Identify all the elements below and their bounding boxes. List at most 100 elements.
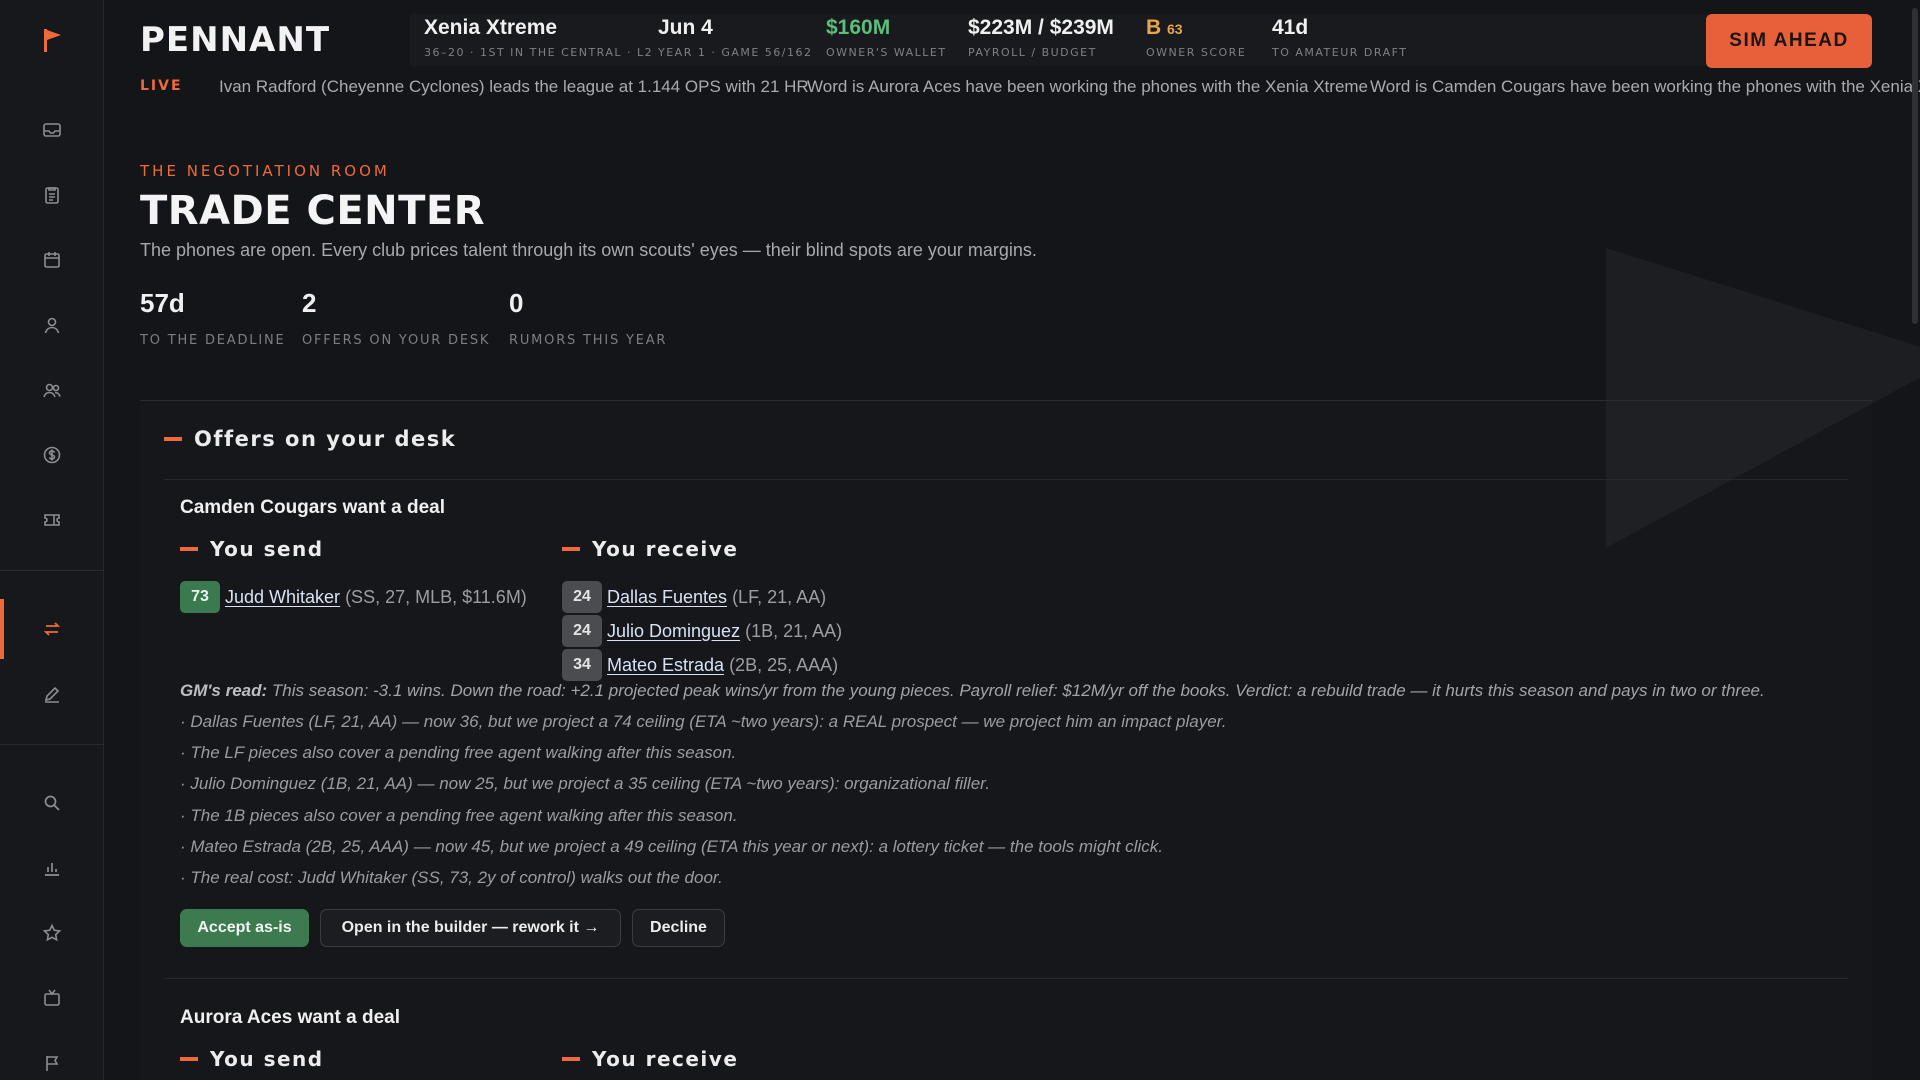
you-send-label: You send <box>210 1047 324 1071</box>
nav-finances[interactable] <box>0 425 104 485</box>
season-progress: YEAR 1 · GAME 56/162 <box>658 46 813 59</box>
owner-wallet-value: $160M <box>826 16 891 39</box>
offers-panel-header: Offers on your desk <box>164 427 456 451</box>
offer-title: Camden Cougars want a deal <box>180 497 446 518</box>
you-send-header: You send <box>180 537 324 561</box>
nav-schedule[interactable] <box>0 230 104 290</box>
ticker-item[interactable]: Ivan Radford (Cheyenne Cyclones) leads t… <box>219 77 809 97</box>
receive-player-row: 34 Mateo Estrada (2B, 25, AAA) <box>562 649 838 681</box>
ticker-item[interactable]: Word is Camden Cougars have been working… <box>1370 77 1920 97</box>
nav-staff[interactable] <box>0 360 104 420</box>
owner-grade: B <box>1146 16 1162 39</box>
kpi-label: OFFERS ON YOUR DESK <box>302 333 491 348</box>
player-meta: (2B, 25, AAA) <box>729 654 839 675</box>
accent-dash <box>180 547 198 551</box>
offers-panel-title: Offers on your desk <box>194 427 457 451</box>
gm-note: · Mateo Estrada (2B, 25, AAA) — now 45, … <box>180 837 1163 856</box>
gm-read: GM's read: This season: -3.1 wins. Down … <box>180 681 1765 701</box>
nav-league[interactable] <box>0 1033 104 1080</box>
player-rating-badge: 24 <box>562 581 602 613</box>
sidebar-divider <box>0 570 104 571</box>
kpi-offers: 2 OFFERS ON YOUR DESK <box>302 288 490 348</box>
gm-read-text: This season: -3.1 wins. Down the road: +… <box>267 681 1765 700</box>
sidebar <box>0 0 104 1080</box>
draft-countdown: 41d <box>1272 16 1309 39</box>
person-icon <box>44 317 60 334</box>
open-in-builder-button[interactable]: Open in the builder — rework it → <box>320 909 621 947</box>
player-rating-badge: 24 <box>562 615 602 647</box>
bar-chart-icon <box>45 863 59 876</box>
swap-arrows-icon <box>43 622 61 636</box>
sim-ahead-button[interactable]: SIM AHEAD <box>1706 14 1872 68</box>
stat-draft: 41d TO AMATEUR DRAFT <box>1272 16 1407 59</box>
accept-offer-button[interactable]: Accept as-is <box>180 909 309 947</box>
ticket-icon <box>44 514 60 526</box>
nav-inbox[interactable] <box>0 100 104 160</box>
ticker-item[interactable]: Word is Aurora Aces have been working th… <box>807 77 1368 97</box>
stat-owner-score: B 63 OWNER SCORE <box>1146 16 1246 59</box>
gm-note: · Dallas Fuentes (LF, 21, AA) — now 36, … <box>180 712 1227 731</box>
team-stat-strip: Xenia Xtreme 36–20 · 1ST IN THE CENTRAL … <box>410 14 1790 66</box>
accent-dash <box>164 437 182 441</box>
live-label: LIVE <box>140 78 183 94</box>
accent-dash <box>562 1057 580 1061</box>
pennant-flag-icon[interactable] <box>38 26 66 54</box>
player-link[interactable]: Julio Dominguez <box>607 621 740 642</box>
search-icon <box>44 795 60 811</box>
offers-panel: Offers on your desk Camden Cougars want … <box>140 400 1872 1080</box>
kpi-label: RUMORS THIS YEAR <box>509 333 668 348</box>
offer-card: Camden Cougars want a deal You send You … <box>180 497 1840 997</box>
offer-card: Aurora Aces want a deal You send You rec… <box>180 1007 1840 1080</box>
owner-score-number: 63 <box>1167 21 1183 37</box>
kpi-label: TO THE DEADLINE <box>140 333 286 348</box>
nav-roster[interactable] <box>0 165 104 225</box>
news-ticker: LIVE Ivan Radford (Cheyenne Cyclones) le… <box>104 72 1920 102</box>
offer-divider <box>164 978 1848 979</box>
player-meta: (LF, 21, AA) <box>732 586 827 607</box>
nav-broadcast[interactable] <box>0 968 104 1028</box>
current-date: Jun 4 <box>658 16 713 39</box>
owner-wallet-label: OWNER'S WALLET <box>826 46 947 59</box>
stat-wallet: $160M OWNER'S WALLET <box>826 16 947 59</box>
payroll-value: $223M / $239M <box>968 16 1114 39</box>
you-receive-header: You receive <box>562 1047 738 1071</box>
offer-title: Aurora Aces want a deal <box>180 1007 400 1028</box>
gm-note: · The 1B pieces also cover a pending fre… <box>180 806 738 825</box>
player-rating-badge: 34 <box>562 649 602 681</box>
player-link[interactable]: Judd Whitaker <box>225 587 340 608</box>
gm-note: · The LF pieces also cover a pending fre… <box>180 743 737 762</box>
top-bar: PENNANT Xenia Xtreme 36–20 · 1ST IN THE … <box>104 0 1920 68</box>
send-player-row: 73 Judd Whitaker (SS, 27, MLB, $11.6M) <box>180 581 527 613</box>
clipboard-icon <box>45 187 59 204</box>
kpi-value: 2 <box>302 288 317 318</box>
payroll-label: PAYROLL / BUDGET <box>968 46 1097 59</box>
player-link[interactable]: Mateo Estrada <box>607 655 724 676</box>
page-scrollbar[interactable] <box>1912 8 1918 324</box>
gm-note: · Julio Dominguez (1B, 21, AA) — now 25,… <box>180 774 990 793</box>
page-kicker: THE NEGOTIATION ROOM <box>140 162 390 180</box>
you-receive-label: You receive <box>592 537 739 561</box>
nav-tickets[interactable] <box>0 490 104 550</box>
nav-trade-center[interactable] <box>0 599 104 659</box>
nav-favorites[interactable] <box>0 903 104 963</box>
you-receive-header: You receive <box>562 537 738 561</box>
team-record: 36–20 · 1ST IN THE CENTRAL · L2 <box>424 46 654 59</box>
gm-note: · The real cost: Judd Whitaker (SS, 73, … <box>180 868 723 887</box>
nav-search[interactable] <box>0 773 104 833</box>
stat-date: Jun 4 YEAR 1 · GAME 56/162 <box>658 16 813 59</box>
player-rating-badge: 73 <box>180 581 220 613</box>
player-link[interactable]: Dallas Fuentes <box>607 587 727 608</box>
you-send-label: You send <box>210 537 324 561</box>
nav-player[interactable] <box>0 295 104 355</box>
stat-payroll: $223M / $239M PAYROLL / BUDGET <box>968 16 1114 59</box>
brand-title: PENNANT <box>140 20 331 60</box>
decline-offer-button[interactable]: Decline <box>632 909 725 947</box>
nav-edit[interactable] <box>0 664 104 724</box>
nav-stats[interactable] <box>0 838 104 898</box>
kpi-value: 0 <box>509 288 524 318</box>
panel-divider <box>164 479 1848 480</box>
player-meta: (1B, 21, AA) <box>745 620 843 641</box>
page-title: TRADE CENTER <box>140 188 486 234</box>
stat-team[interactable]: Xenia Xtreme 36–20 · 1ST IN THE CENTRAL … <box>424 16 653 59</box>
owner-score-label: OWNER SCORE <box>1146 46 1247 59</box>
